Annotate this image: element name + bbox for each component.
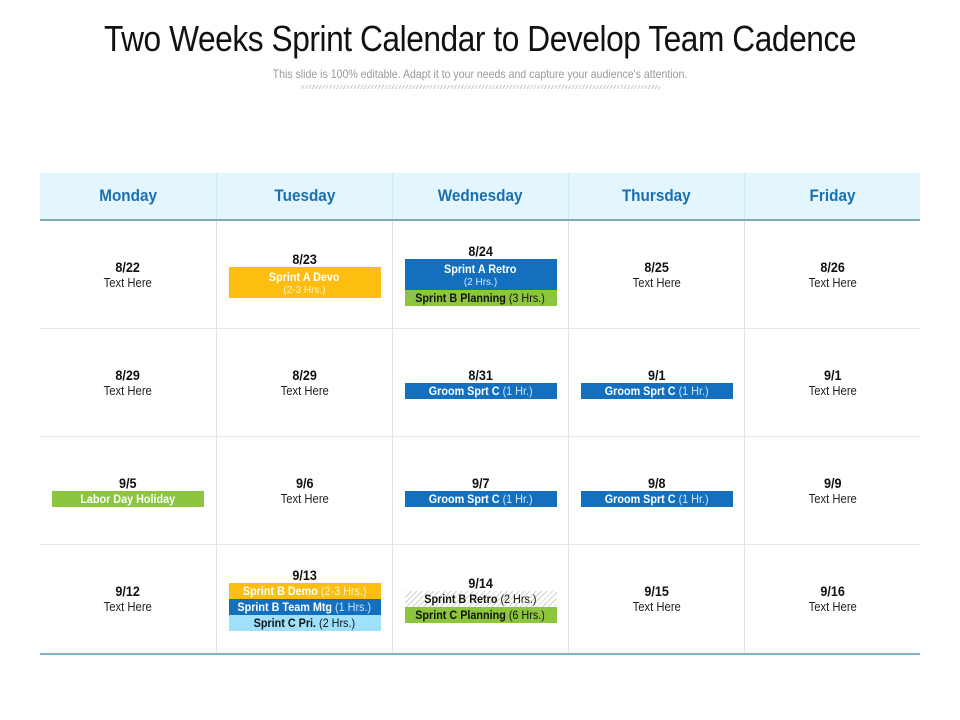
day-header-thursday: Thursday [568,173,744,219]
cell-note: Text Here [103,600,153,614]
week-row-1: 8/22 Text Here 8/23 Sprint A Devo (2-3 H… [40,221,920,329]
day-cell: 9/8 Groom Sprt C (1 Hr.) [568,437,744,544]
day-cell: 9/14 Sprint B Retro (2 Hrs.) Sprint C Pl… [392,545,568,653]
event-groom-sprint-c: Groom Sprt C (1 Hr.) [580,382,733,399]
cell-date: 9/1 [823,366,842,383]
cell-note: Text Here [632,275,681,290]
day-cell: 9/5 Labor Day Holiday [40,437,216,544]
day-cell: 8/25 Text Here [568,221,744,328]
day-cell: 8/29 Text Here [216,329,392,436]
cell-note: Text Here [808,383,857,398]
event-groom-sprint-c: Groom Sprt C (1 Hr.) [404,382,557,399]
day-cell: 8/22 Text Here [40,221,216,328]
day-header-tuesday: Tuesday [216,173,392,219]
day-cell: 8/31 Groom Sprt C (1 Hr.) [392,329,568,436]
cell-date: 9/13 [292,567,317,583]
cell-date: 9/9 [823,474,842,491]
event-sprint-c-pri: Sprint C Pri. (2 Hrs.) [228,615,381,631]
cell-date: 9/7 [471,474,490,491]
subtitle-divider [300,85,660,89]
calendar-header: Monday Tuesday Wednesday Thursday Friday [40,173,920,221]
event-labor-day-holiday: Labor Day Holiday [52,490,204,507]
day-cell: 9/9 Text Here [744,437,920,544]
event-sprint-b-team-mtg: Sprint B Team Mtg (1 Hrs.) [228,599,381,615]
cell-date: 8/31 [468,366,493,383]
cell-date: 8/29 [292,366,317,383]
cell-date: 9/14 [468,575,493,591]
event-sprint-b-planning: Sprint B Planning (3 Hrs.) [404,290,557,306]
cell-date: 9/1 [647,366,666,383]
cell-date: 9/12 [115,583,141,599]
day-cell: 8/24 Sprint A Retro (2 Hrs.) Sprint B Pl… [392,221,568,328]
event-sprint-a-retro: Sprint A Retro (2 Hrs.) [404,259,557,290]
event-sprint-c-planning: Sprint C Planning (6 Hrs.) [404,607,557,623]
day-cell: 9/12 Text Here [40,545,216,653]
cell-note: Text Here [808,600,857,614]
day-cell: 9/16 Text Here [744,545,920,653]
cell-note: Text Here [103,383,153,398]
week-row-2: 8/29 Text Here 8/29 Text Here 8/31 Groom… [40,329,920,437]
event-sprint-b-demo: Sprint B Demo (2-3 Hrs.) [228,583,381,599]
page-subtitle: This slide is 100% editable. Adapt it to… [272,67,688,81]
day-cell: 9/6 Text Here [216,437,392,544]
day-cell: 8/29 Text Here [40,329,216,436]
cell-note: Text Here [280,491,329,506]
day-header-wednesday: Wednesday [392,173,568,219]
cell-date: 9/8 [647,474,666,491]
event-sprint-a-devo: Sprint A Devo (2-3 Hrs.) [228,267,381,298]
cell-date: 9/15 [644,583,669,599]
cell-date: 9/5 [119,474,137,491]
cell-date: 8/26 [820,258,845,275]
cell-note: Text Here [632,600,681,614]
cell-date: 8/24 [468,243,493,259]
cell-note: Text Here [280,383,329,398]
cell-note: Text Here [808,275,857,290]
sprint-calendar: Monday Tuesday Wednesday Thursday Friday… [40,173,920,655]
day-cell: 9/13 Sprint B Demo (2-3 Hrs.) Sprint B T… [216,545,392,653]
cell-date: 9/16 [820,583,845,599]
day-header-monday: Monday [99,186,157,205]
day-cell: 9/7 Groom Sprt C (1 Hr.) [392,437,568,544]
cell-note: Text Here [103,275,153,290]
day-cell: 8/26 Text Here [744,221,920,328]
event-groom-sprint-c: Groom Sprt C (1 Hr.) [404,490,557,507]
week-row-3: 9/5 Labor Day Holiday 9/6 Text Here 9/7 … [40,437,920,545]
page-title: Two Weeks Sprint Calendar to Develop Tea… [103,18,857,59]
day-header-friday: Friday [744,173,920,219]
day-cell: 9/1 Groom Sprt C (1 Hr.) [568,329,744,436]
event-sprint-b-retro: Sprint B Retro (2 Hrs.) [404,591,557,607]
cell-date: 8/25 [644,258,669,275]
cell-date: 9/6 [295,474,314,491]
cell-date: 8/29 [115,366,141,383]
cell-date: 8/22 [115,258,141,275]
event-groom-sprint-c: Groom Sprt C (1 Hr.) [580,490,733,507]
cell-note: Text Here [808,491,857,506]
day-cell: 9/1 Text Here [744,329,920,436]
cell-date: 8/23 [292,251,317,267]
day-cell: 9/15 Text Here [568,545,744,653]
week-row-4: 9/12 Text Here 9/13 Sprint B Demo (2-3 H… [40,545,920,653]
day-cell: 8/23 Sprint A Devo (2-3 Hrs.) [216,221,392,328]
